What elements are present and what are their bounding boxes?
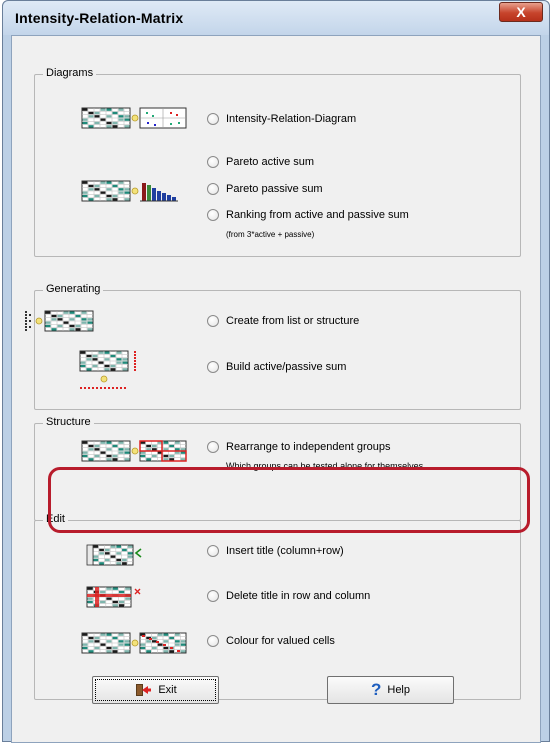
label-delete-title: Delete title in row and column — [226, 590, 371, 602]
dialog-body: Diagrams Intensity-Relation-Diagram Pare… — [11, 35, 541, 743]
help-label: Help — [387, 684, 410, 696]
option-intensity-diagram[interactable]: Intensity-Relation-Diagram — [207, 113, 356, 125]
option-rearrange-groups[interactable]: Rearrange to independent groups — [207, 441, 391, 453]
group-label-diagrams: Diagrams — [43, 67, 97, 79]
dialog-window: Intensity-Relation-Matrix X Diagrams Int… — [2, 0, 550, 743]
ranking-note: (from 3*active + passive) — [226, 230, 315, 239]
matrix-sums-icon — [79, 350, 136, 389]
radio-rearrange-groups[interactable] — [207, 441, 219, 453]
group-diagrams: Diagrams Intensity-Relation-Diagram Pare… — [34, 67, 521, 257]
group-label-generating: Generating — [43, 283, 104, 295]
label-rearrange-groups: Rearrange to independent groups — [226, 441, 391, 453]
radio-build-sum[interactable] — [207, 361, 219, 373]
group-label-structure: Structure — [43, 416, 94, 428]
label-intensity-diagram: Intensity-Relation-Diagram — [226, 113, 357, 125]
option-create-from-list[interactable]: Create from list or structure — [207, 315, 359, 327]
help-button[interactable]: ? Help — [327, 676, 454, 704]
option-pareto-active[interactable]: Pareto active sum — [207, 156, 314, 168]
list-to-matrix-icon — [25, 310, 94, 332]
radio-insert-title[interactable] — [207, 545, 219, 557]
option-delete-title[interactable]: Delete title in row and column — [207, 590, 370, 602]
radio-pareto-active[interactable] — [207, 156, 219, 168]
window-title: Intensity-Relation-Matrix — [15, 10, 184, 26]
matrix-to-pareto-icon — [81, 180, 178, 202]
label-colour-cells: Colour for valued cells — [226, 635, 335, 647]
matrix-to-scatter-icon — [81, 107, 187, 129]
option-build-sum[interactable]: Build active/passive sum — [207, 361, 346, 373]
label-ranking: Ranking from active and passive sum — [226, 209, 409, 221]
radio-delete-title[interactable] — [207, 590, 219, 602]
group-generating: Generating Create from list or structure… — [25, 283, 521, 410]
radio-ranking[interactable] — [207, 209, 219, 221]
close-button[interactable]: X — [499, 2, 543, 22]
label-build-sum: Build active/passive sum — [226, 361, 347, 373]
option-insert-title[interactable]: Insert title (column+row) — [207, 545, 344, 557]
matrix-to-groups-icon — [81, 440, 187, 462]
group-edit: Edit Insert title (column+row) Delete ti… — [34, 513, 521, 700]
option-colour-cells[interactable]: Colour for valued cells — [207, 635, 335, 647]
radio-colour-cells[interactable] — [207, 635, 219, 647]
exit-label: Exit — [158, 684, 177, 696]
radio-pareto-passive[interactable] — [207, 183, 219, 195]
radio-create-from-list[interactable] — [207, 315, 219, 327]
exit-door-icon — [134, 683, 152, 697]
delete-title-icon — [86, 586, 141, 608]
exit-button[interactable]: Exit — [92, 676, 219, 704]
option-ranking[interactable]: Ranking from active and passive sum — [207, 209, 409, 221]
colour-cells-icon — [81, 632, 187, 654]
title-bar[interactable]: Intensity-Relation-Matrix X — [3, 1, 549, 35]
label-insert-title: Insert title (column+row) — [226, 545, 344, 557]
highlight-annotation — [48, 467, 530, 533]
option-pareto-passive[interactable]: Pareto passive sum — [207, 183, 323, 195]
help-question-icon: ? — [370, 680, 382, 699]
radio-intensity-diagram[interactable] — [207, 113, 219, 125]
close-icon: X — [516, 4, 526, 20]
label-pareto-passive: Pareto passive sum — [226, 183, 323, 195]
label-create-from-list: Create from list or structure — [226, 315, 360, 327]
insert-title-icon — [86, 544, 142, 566]
label-pareto-active: Pareto active sum — [226, 156, 315, 168]
